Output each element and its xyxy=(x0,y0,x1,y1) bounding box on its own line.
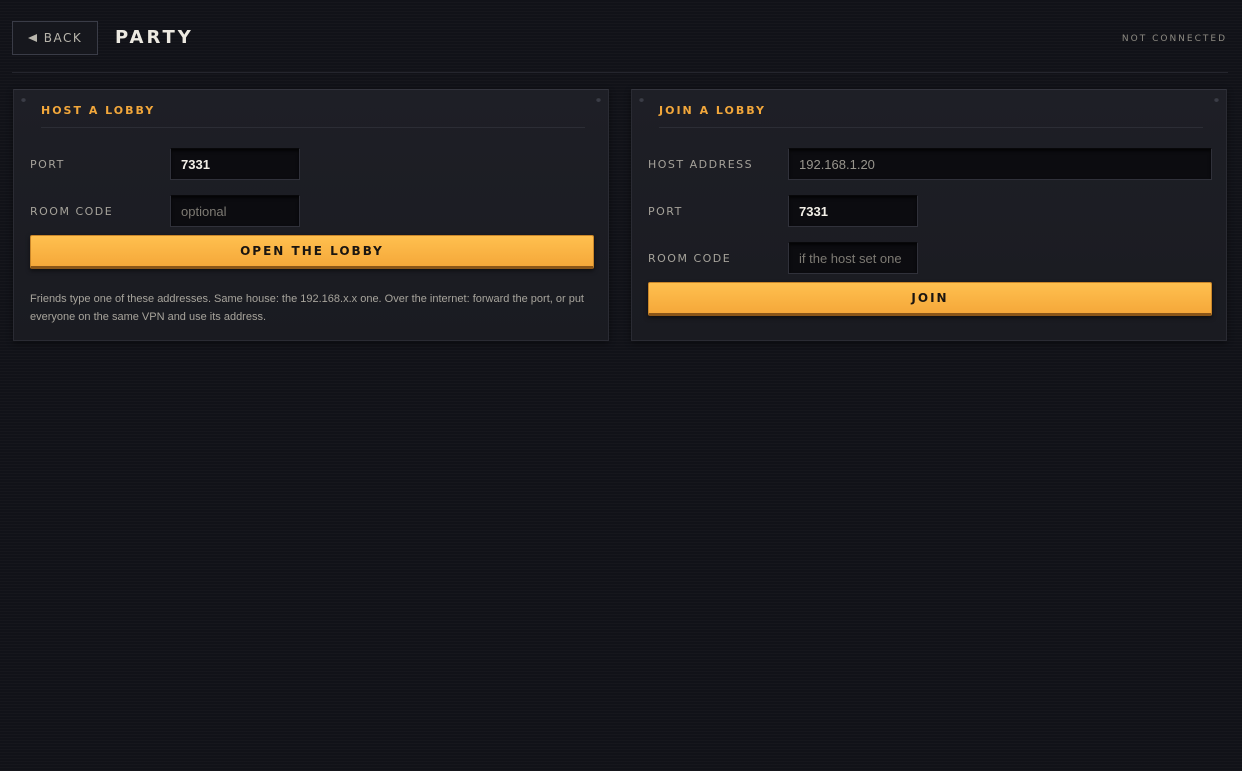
top-bar: BACK PARTY NOT CONNECTED xyxy=(0,0,1242,73)
join-port-label: PORT xyxy=(648,205,683,218)
host-port-label: PORT xyxy=(30,158,65,171)
panel-divider xyxy=(41,127,585,128)
rivet-icon xyxy=(596,97,601,102)
join-panel-title: JOIN A LOBBY xyxy=(659,104,767,117)
open-lobby-button-label: OPEN THE LOBBY xyxy=(240,244,384,258)
join-button-label: JOIN xyxy=(911,291,949,305)
host-help-text: Friends type one of these addresses. Sam… xyxy=(30,293,584,323)
join-port-input[interactable] xyxy=(788,195,918,227)
host-room-code-label: ROOM CODE xyxy=(30,205,114,218)
open-lobby-button[interactable]: OPEN THE LOBBY xyxy=(30,235,594,269)
page-title: PARTY xyxy=(115,27,194,48)
rivet-icon xyxy=(639,97,644,102)
back-button-label: BACK xyxy=(43,31,83,45)
host-panel-title: HOST A LOBBY xyxy=(41,104,156,117)
header-divider xyxy=(12,72,1228,73)
host-lobby-panel: HOST A LOBBY PORT ROOM CODE OPEN THE LOB… xyxy=(13,89,609,341)
host-port-input[interactable] xyxy=(170,148,300,180)
join-lobby-panel: JOIN A LOBBY HOST ADDRESS PORT ROOM CODE… xyxy=(631,89,1227,341)
back-arrow-icon xyxy=(27,34,37,42)
connection-status: NOT CONNECTED xyxy=(1121,34,1227,44)
join-room-code-label: ROOM CODE xyxy=(648,252,732,265)
panel-divider xyxy=(659,127,1203,128)
host-address-label: HOST ADDRESS xyxy=(648,158,754,171)
rivet-icon xyxy=(1214,97,1219,102)
rivet-icon xyxy=(21,97,26,102)
host-address-input[interactable] xyxy=(788,148,1212,180)
back-button[interactable]: BACK xyxy=(12,21,98,55)
join-room-code-input[interactable] xyxy=(788,242,918,274)
host-room-code-input[interactable] xyxy=(170,195,300,227)
join-button[interactable]: JOIN xyxy=(648,282,1212,316)
